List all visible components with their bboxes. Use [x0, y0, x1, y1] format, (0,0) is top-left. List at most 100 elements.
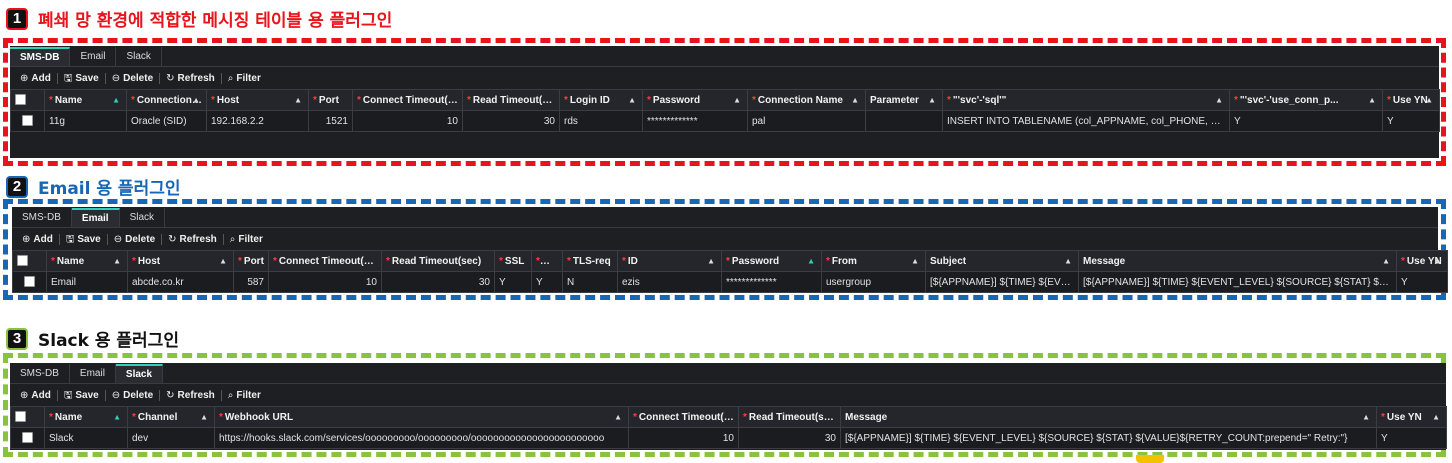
column-header-use-yn[interactable]: * Use YN ▲	[1376, 406, 1447, 428]
cell-login-id[interactable]: rds	[559, 110, 643, 132]
tab-slack[interactable]: Slack	[115, 364, 164, 383]
column-header-connect-timeout-sec[interactable]: * Connect Timeout(sec)	[352, 89, 463, 111]
sort-up-icon[interactable]: ▲	[1215, 96, 1223, 105]
filter-button[interactable]: ⌕ Filter	[222, 390, 267, 401]
column-header-from[interactable]: * From ▲	[821, 250, 926, 272]
cell-subject[interactable]: [${APPNAME}] ${TIME} ${EVEN...	[925, 271, 1079, 293]
cell-parameter[interactable]	[865, 110, 943, 132]
cell-tls-req[interactable]: N	[562, 271, 618, 293]
cell-from[interactable]: usergroup	[821, 271, 926, 293]
table-row[interactable]: Email abcde.co.kr 587 10 30 Y Y Nezis **********…	[12, 271, 1448, 293]
sort-up-icon[interactable]: ▲	[113, 413, 121, 422]
save-button[interactable]: 🖫 Save	[58, 72, 106, 84]
delete-button[interactable]: ⊖ Delete	[106, 72, 161, 84]
select-all-checkbox[interactable]	[15, 411, 26, 423]
cell-connection-name[interactable]: pal	[747, 110, 866, 132]
tab-sms-db[interactable]: SMS-DB	[10, 47, 71, 66]
cell-tls[interactable]: Y	[531, 271, 563, 293]
tab-slack[interactable]: Slack	[120, 208, 166, 227]
cell-name[interactable]: Email	[46, 271, 128, 293]
column-header-name[interactable]: * Name ▲	[44, 406, 128, 428]
column-header-password[interactable]: * Password ▲	[721, 250, 822, 272]
column-header-port[interactable]: * Port	[308, 89, 353, 111]
cell-channel[interactable]: dev	[127, 427, 215, 449]
sort-up-icon[interactable]: ▲	[1432, 413, 1440, 422]
cell-host[interactable]: 192.168.2.2	[206, 110, 309, 132]
table-row[interactable]: Slack dev https://hooks.slack.com/services…	[10, 427, 1447, 449]
refresh-button[interactable]: ↻ Refresh	[162, 233, 224, 245]
column-header-login-id[interactable]: * Login ID ▲	[559, 89, 643, 111]
cell-host[interactable]: abcde.co.kr	[127, 271, 234, 293]
cell-use-yn[interactable]: Y	[1396, 271, 1448, 293]
refresh-button[interactable]: ↻ Refresh	[160, 72, 222, 84]
column-header-read-timeout-sec[interactable]: * Read Timeout(sec)	[381, 250, 495, 272]
cell-connect-timeout-sec[interactable]: 10	[268, 271, 382, 293]
sort-up-icon[interactable]: ▲	[733, 96, 741, 105]
select-all-checkbox[interactable]	[17, 255, 28, 267]
cell-connection-type[interactable]: Oracle (SID)	[126, 110, 207, 132]
sort-up-icon[interactable]: ▲	[707, 257, 715, 266]
cell-message[interactable]: [${APPNAME}] ${TIME} ${EVENT_LEVEL} ${SO…	[840, 427, 1377, 449]
column-header-port[interactable]: * Port	[233, 250, 269, 272]
table-row[interactable]: 11g Oracle (SID) 192.168.2.2 1521 10 30 rds ***…	[10, 110, 1440, 132]
delete-button[interactable]: ⊖ Delete	[106, 389, 161, 401]
tab-sms-db[interactable]: SMS-DB	[10, 364, 70, 383]
sort-up-icon[interactable]: ▲	[614, 413, 622, 422]
sort-up-icon[interactable]: ▲	[219, 257, 227, 266]
column-header-channel[interactable]: * Channel ▲	[127, 406, 215, 428]
column-header-name[interactable]: * Name ▲	[44, 89, 127, 111]
column-header-password[interactable]: * Password ▲	[642, 89, 748, 111]
tab-email[interactable]: Email	[70, 364, 116, 383]
save-button[interactable]: 🖫 Save	[60, 233, 108, 245]
column-header-message[interactable]: Message ▲	[1078, 250, 1397, 272]
sort-up-icon[interactable]: ▲	[113, 257, 121, 266]
filter-button[interactable]: ⌕ Filter	[224, 234, 269, 245]
tab-sms-db[interactable]: SMS-DB	[12, 208, 72, 227]
column-header-host[interactable]: * Host ▲	[127, 250, 234, 272]
tab-email[interactable]: Email	[70, 47, 117, 66]
cell-connect-timeout-sec[interactable]: 10	[352, 110, 463, 132]
column-header-connect-timeout-sec[interactable]: * Connect Timeout(sec)	[628, 406, 739, 428]
select-all-checkbox[interactable]	[15, 94, 26, 106]
cell-id[interactable]: ezis	[617, 271, 722, 293]
add-button[interactable]: ⊕ Add	[16, 233, 60, 245]
cell-webhook-url[interactable]: https://hooks.slack.com/services/ooooooo…	[214, 427, 629, 449]
sort-up-icon[interactable]: ▲	[1362, 413, 1370, 422]
tab-email[interactable]: Email	[71, 208, 120, 227]
cell-message[interactable]: [${APPNAME}] ${TIME} ${EVENT_LEVEL} ${SO…	[1078, 271, 1397, 293]
add-button[interactable]: ⊕ Add	[14, 389, 58, 401]
column-header-connect-timeout-sec[interactable]: * Connect Timeout(sec)	[268, 250, 382, 272]
sort-up-icon[interactable]: ▲	[200, 413, 208, 422]
column-header-svc-sql[interactable]: * "'svc'-'sql'" ▲	[942, 89, 1230, 111]
row-checkbox[interactable]	[22, 432, 33, 444]
sort-up-icon[interactable]: ▲	[112, 96, 120, 105]
cell-name[interactable]: 11g	[44, 110, 127, 132]
filter-button[interactable]: ⌕ Filter	[222, 73, 267, 84]
sort-up-icon[interactable]: ▲	[1425, 96, 1433, 105]
sort-up-icon[interactable]: ▲	[192, 96, 200, 105]
cell-read-timeout-sec[interactable]: 30	[738, 427, 841, 449]
column-header-parameter[interactable]: Parameter ▲	[865, 89, 943, 111]
sort-up-icon[interactable]: ▲	[1433, 257, 1441, 266]
sort-up-icon[interactable]: ▲	[294, 96, 302, 105]
cell-read-timeout-sec[interactable]: 30	[381, 271, 495, 293]
cell-password[interactable]: *************	[721, 271, 822, 293]
column-header-read-timeout-sec[interactable]: * Read Timeout(sec)	[738, 406, 841, 428]
column-header-connection-name[interactable]: * Connection Name ▲	[747, 89, 866, 111]
cell-port[interactable]: 587	[233, 271, 269, 293]
column-header-message[interactable]: Message ▲	[840, 406, 1377, 428]
row-checkbox[interactable]	[24, 276, 35, 288]
row-checkbox[interactable]	[22, 115, 33, 127]
tab-slack[interactable]: Slack	[116, 47, 162, 66]
cell-password[interactable]: *************	[642, 110, 748, 132]
column-header-use-yn[interactable]: * Use YN ▲	[1396, 250, 1448, 272]
sort-up-icon[interactable]: ▲	[928, 96, 936, 105]
sort-up-icon[interactable]: ▲	[911, 257, 919, 266]
cell-svc-use-conn-p[interactable]: Y	[1229, 110, 1383, 132]
column-header-id[interactable]: * ID ▲	[617, 250, 722, 272]
column-header-subject[interactable]: Subject ▲	[925, 250, 1079, 272]
save-button[interactable]: 🖫 Save	[58, 389, 106, 401]
delete-button[interactable]: ⊖ Delete	[108, 233, 163, 245]
sort-up-icon[interactable]: ▲	[1064, 257, 1072, 266]
cell-use-yn[interactable]: Y	[1382, 110, 1440, 132]
